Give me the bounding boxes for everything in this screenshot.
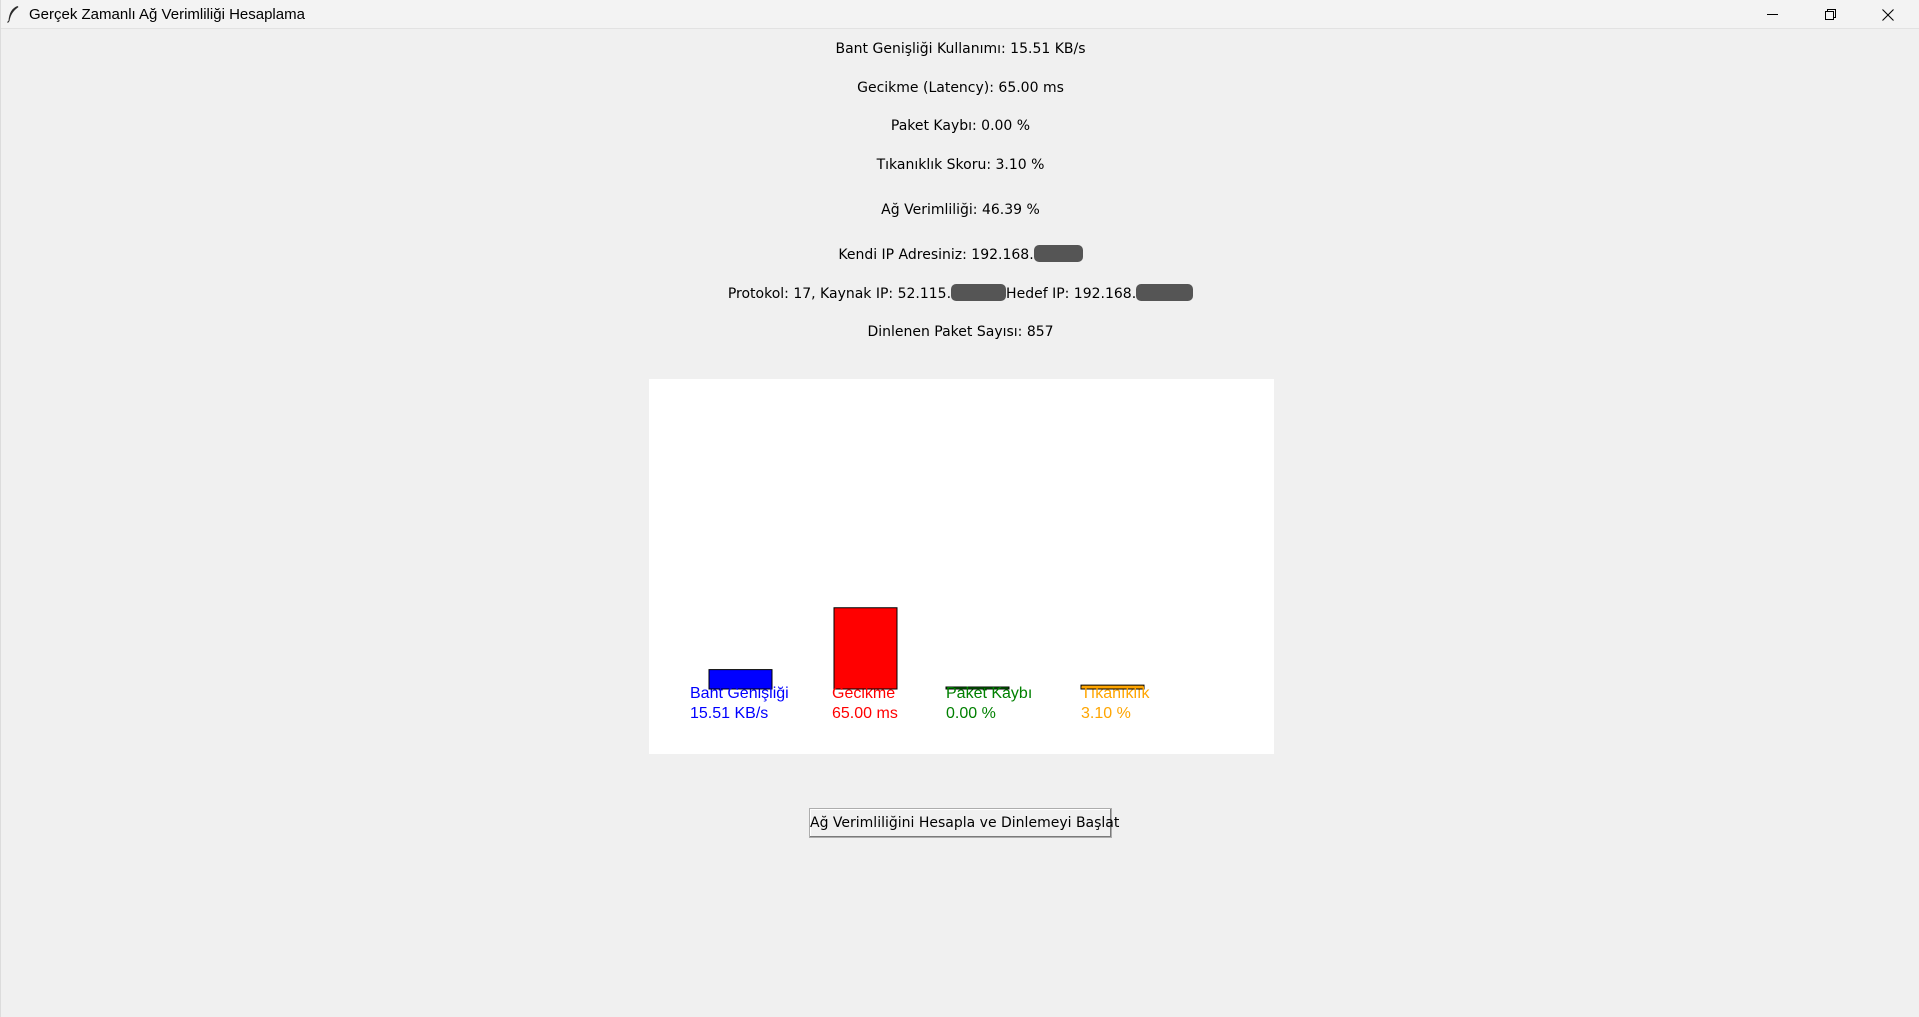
- protocol-label: Protokol: 17, Kaynak IP: 52.115. Hedef IP…: [1, 284, 1919, 303]
- bar-gecikme: [833, 607, 898, 690]
- packet-count-label: Dinlenen Paket Sayısı: 857: [867, 324, 1054, 340]
- value-label-bant-genisligi: 15.51 KB/s: [690, 705, 768, 722]
- redacted-block: [951, 284, 1007, 301]
- category-label-bant-genisligi: Bant Genişliği: [690, 685, 789, 702]
- redacted-block: [1033, 245, 1083, 262]
- feather-icon: [7, 6, 19, 23]
- congestion-label: Tıkanıklık Skoru: 3.10 %: [876, 157, 1045, 173]
- start-calculation-button[interactable]: Ağ Verimliliğini Hesapla ve Dinlemeyi Ba…: [809, 808, 1119, 838]
- dest-ip-text: Hedef IP: 192.168.: [1006, 286, 1137, 302]
- redacted-block: [1136, 284, 1194, 301]
- efficiency-label: Ağ Verimliliği: 46.39 %: [881, 202, 1040, 218]
- restore-button[interactable]: [1801, 0, 1859, 29]
- protocol-text: Protokol: 17, Kaynak IP: 52.115.: [727, 286, 952, 302]
- value-label-gecikme: 65.00 ms: [832, 705, 898, 722]
- minimize-button[interactable]: [1743, 0, 1801, 29]
- own-ip-label: Kendi IP Adresiniz: 192.168.: [1, 245, 1919, 264]
- window-title: Gerçek Zamanlı Ağ Verimliliği Hesaplama: [29, 6, 305, 23]
- restore-icon: [1824, 9, 1836, 20]
- minimize-icon: [1766, 14, 1778, 15]
- metrics-chart-canvas: Bant Genişliği 15.51 KB/s Gecikme 65.00 ms P…: [649, 379, 1274, 754]
- app-window: Gerçek Zamanlı Ağ Verimliliği Hesaplama …: [0, 0, 1919, 1017]
- close-button[interactable]: [1859, 0, 1917, 29]
- own-ip-text: Kendi IP Adresiniz: 192.168.: [838, 247, 1034, 263]
- category-label-gecikme: Gecikme: [832, 685, 895, 702]
- latency-label: Gecikme (Latency): 65.00 ms: [857, 80, 1064, 96]
- value-label-tikaniklik: 3.10 %: [1081, 705, 1131, 722]
- metrics-chart: Bant Genişliği 15.51 KB/s Gecikme 65.00 ms P…: [690, 607, 1150, 722]
- value-label-paket-kaybi: 0.00 %: [946, 705, 996, 722]
- packet-loss-label: Paket Kaybı: 0.00 %: [890, 118, 1031, 134]
- category-label-paket-kaybi: Paket Kaybı: [946, 685, 1032, 702]
- title-bar: Gerçek Zamanlı Ağ Verimliliği Hesaplama: [1, 0, 1919, 29]
- bandwidth-label: Bant Genişliği Kullanımı: 15.51 KB/s: [835, 41, 1086, 57]
- category-label-tikaniklik: Tıkanıklık: [1081, 685, 1150, 702]
- close-icon: [1882, 8, 1894, 21]
